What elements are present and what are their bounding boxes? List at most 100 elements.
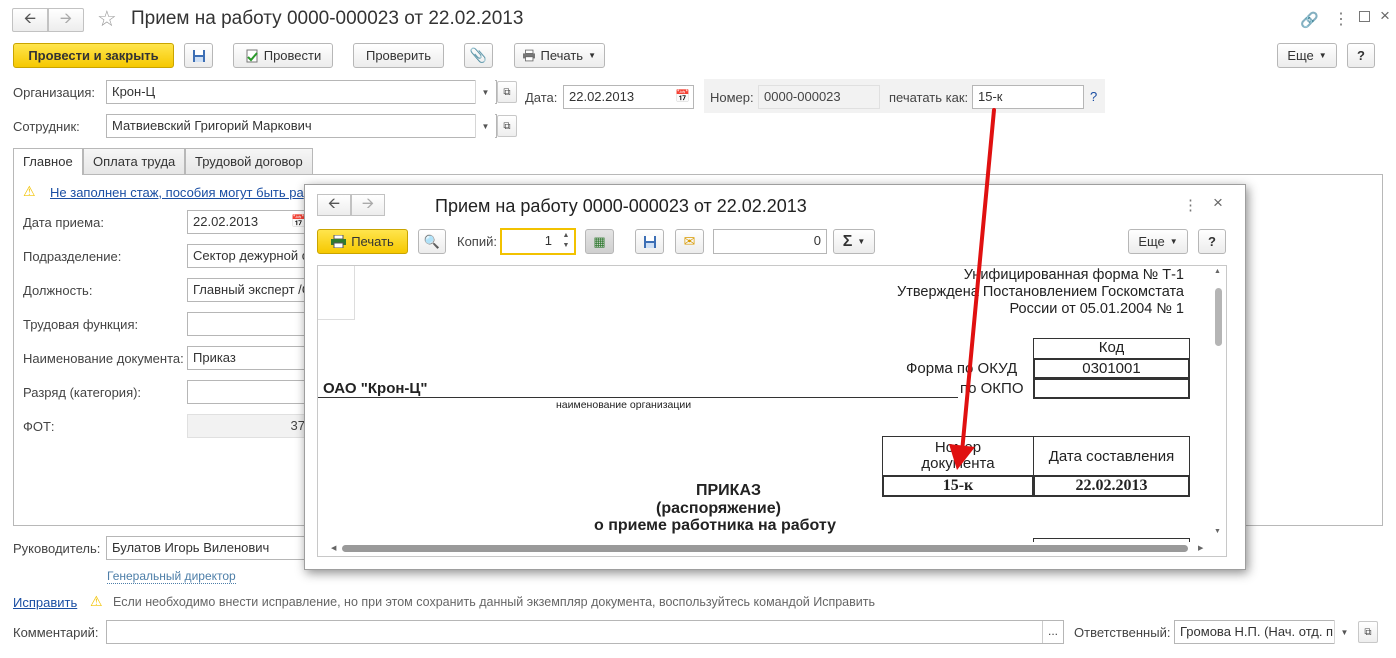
link-icon[interactable]: 🔗 <box>1300 11 1319 29</box>
chevron-down-icon: ▼ <box>1169 237 1178 246</box>
fot-label: ФОТ: <box>23 419 55 434</box>
print-as-label: печатать как: <box>889 90 969 105</box>
popup-print-button[interactable]: Печать <box>317 229 408 254</box>
copies-label: Копий: <box>457 234 497 249</box>
chevron-down-icon: ▼ <box>1318 51 1327 60</box>
popup-back-button[interactable]: 🡨 <box>317 194 351 216</box>
organization-field[interactable]: Крон-Ц <box>106 80 497 104</box>
print-form-window: 🡨 🡪 Прием на работу 0000-000023 от 22.02… <box>304 184 1246 570</box>
menu-dots-icon[interactable]: ⋮ <box>1333 9 1349 29</box>
chevron-down-icon: ▼ <box>1340 627 1349 637</box>
responsible-open-button[interactable]: ⧉ <box>1358 621 1378 643</box>
more-button[interactable]: Еще ▼ <box>1277 43 1337 68</box>
popup-save-button[interactable] <box>635 229 664 254</box>
vertical-scroll-thumb[interactable] <box>1215 288 1222 346</box>
window-title: Прием на работу 0000-000023 от 22.02.201… <box>131 8 524 29</box>
responsible-field[interactable]: Громова Н.П. (Нач. отд. п <box>1174 620 1354 644</box>
manager-label: Руководитель: <box>13 541 101 556</box>
spreadsheet-document[interactable]: Унифицированная форма № Т-1 Утверждена П… <box>317 265 1227 557</box>
tab-payment[interactable]: Оплата труда <box>83 148 186 174</box>
arrow-left-icon: 🡨 <box>327 194 341 212</box>
popup-help-button[interactable]: ? <box>1198 229 1226 254</box>
organization-name: ОАО "Крон-Ц" <box>323 380 428 397</box>
help-button[interactable]: ? <box>1347 43 1375 68</box>
attach-button[interactable]: 📎 <box>464 43 493 68</box>
print-dropdown-button[interactable]: Печать ▼ <box>514 43 605 68</box>
horizontal-scroll-thumb[interactable] <box>342 545 1188 552</box>
check-button[interactable]: Проверить <box>353 43 444 68</box>
arrow-right-icon: 🡪 <box>59 9 73 27</box>
help-link[interactable]: ? <box>1090 89 1097 104</box>
chevron-down-icon: ▼ <box>588 51 596 60</box>
tab-labor-contract[interactable]: Трудовой договор <box>185 148 313 174</box>
doc-name-field[interactable]: Приказ <box>187 346 311 370</box>
position-label: Должность: <box>23 283 93 298</box>
back-button[interactable]: 🡨 <box>12 8 48 32</box>
envelope-icon: ✉ <box>683 233 696 249</box>
comment-label: Комментарий: <box>13 625 99 640</box>
horizontal-scrollbar[interactable]: ◀ ▶ <box>318 542 1226 556</box>
popup-forward-button[interactable]: 🡪 <box>351 194 385 216</box>
comment-field[interactable] <box>106 620 1064 644</box>
maximize-icon[interactable] <box>1359 11 1370 22</box>
form-line-1: Унифицированная форма № Т-1 <box>963 267 1184 283</box>
popup-more-button[interactable]: Еще ▼ <box>1128 229 1188 254</box>
doc-name-label: Наименование документа: <box>23 351 184 366</box>
floppy-disk-icon <box>192 49 205 62</box>
copies-spinner[interactable]: ▲ ▼ <box>559 231 573 252</box>
scroll-right-arrow-icon: ▶ <box>1198 545 1204 552</box>
forward-button[interactable]: 🡪 <box>48 8 84 32</box>
print-as-field[interactable]: 15-к <box>972 85 1084 109</box>
organization-underline <box>318 397 958 398</box>
responsible-label: Ответственный: <box>1074 625 1171 640</box>
fix-link[interactable]: Исправить <box>13 595 77 610</box>
category-field[interactable] <box>187 380 311 404</box>
vertical-scrollbar[interactable]: ▲ ▼ <box>1211 266 1226 542</box>
edit-mode-button[interactable]: ▦ <box>585 229 614 254</box>
send-email-button[interactable]: ✉ <box>675 229 704 254</box>
doc-number-header-cell: Номер документа <box>882 436 1034 476</box>
popup-close-icon[interactable]: × <box>1213 193 1223 213</box>
post-and-close-button[interactable]: Провести и закрыть <box>13 43 174 68</box>
chevron-down-icon: ▼ <box>481 87 490 97</box>
open-form-icon: ⧉ <box>1364 626 1372 638</box>
post-button[interactable]: Провести <box>233 43 333 68</box>
chevron-down-icon: ▼ <box>857 237 866 246</box>
arrow-left-icon: 🡨 <box>23 9 37 27</box>
arrow-right-icon: 🡪 <box>361 194 375 212</box>
department-field[interactable]: Сектор дежурной с <box>187 244 311 268</box>
organization-dropdown[interactable]: ▼ <box>475 80 495 104</box>
warning-link[interactable]: Не заполнен стаж, пособия могут быть ра <box>50 185 304 200</box>
employee-open-button[interactable]: ⧉ <box>497 115 517 137</box>
form-line-3: России от 05.01.2004 № 1 <box>1009 301 1185 317</box>
popup-menu-dots-icon[interactable]: ⋮ <box>1183 196 1198 214</box>
comment-ellipsis-button[interactable]: ... <box>1042 621 1063 643</box>
sigma-icon: Σ <box>842 232 853 250</box>
position-field[interactable]: Главный эксперт /С <box>187 278 311 302</box>
code-header-cell: Код <box>1033 338 1190 359</box>
save-button[interactable] <box>184 43 213 68</box>
number-label: Номер: <box>710 90 754 105</box>
floppy-disk-icon <box>643 235 656 248</box>
organization-open-button[interactable]: ⧉ <box>497 81 517 103</box>
favorite-star-icon[interactable]: ☆ <box>97 6 117 32</box>
okud-label: Форма по ОКУД <box>906 360 1018 377</box>
employee-dropdown[interactable]: ▼ <box>475 114 495 138</box>
labor-function-field[interactable] <box>187 312 311 336</box>
open-form-icon: ⧉ <box>503 120 511 132</box>
calendar-icon[interactable]: 📅 <box>675 89 690 103</box>
date-label: Дата: <box>525 90 558 105</box>
sum-mode-button[interactable]: Σ ▼ <box>833 229 875 254</box>
manager-field[interactable]: Булатов Игорь Виленович <box>106 536 316 560</box>
tab-main[interactable]: Главное <box>13 148 83 175</box>
preview-button[interactable]: 🔍 <box>418 229 446 254</box>
manager-position-link[interactable]: Генеральный директор <box>107 569 236 584</box>
paperclip-icon: 📎 <box>469 47 488 63</box>
post-document-icon <box>246 49 258 62</box>
employee-label: Сотрудник: <box>13 119 80 134</box>
responsible-dropdown[interactable]: ▼ <box>1334 620 1354 644</box>
number-field[interactable]: 0000-000023 <box>758 85 880 109</box>
close-icon[interactable]: × <box>1380 6 1390 26</box>
employee-field[interactable]: Матвиевский Григорий Маркович <box>106 114 497 138</box>
warning-icon: ⚠ <box>23 183 36 199</box>
